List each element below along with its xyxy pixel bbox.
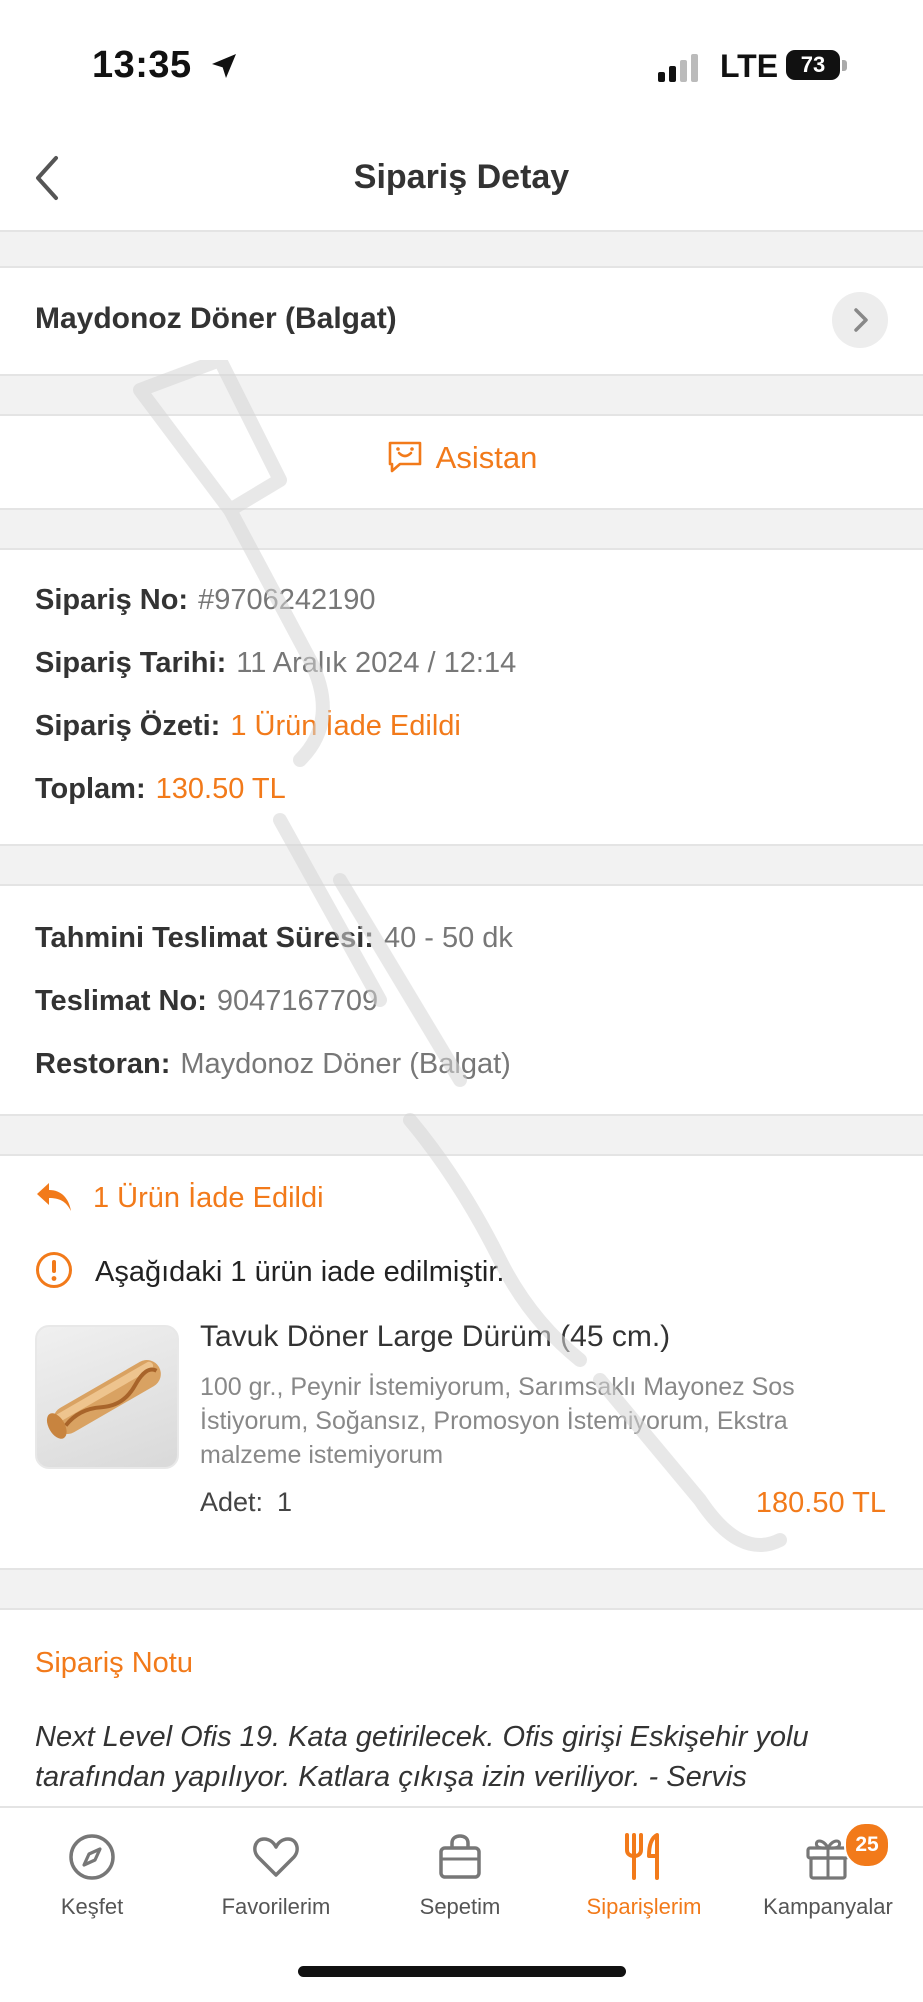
order-summary-line: Sipariş Özeti: 1 Ürün İade Edildi	[35, 710, 461, 742]
divider	[0, 230, 923, 268]
tab-sepetim[interactable]: Sepetim	[368, 1822, 552, 1920]
chevron-right-icon	[854, 308, 868, 332]
product-name: Tavuk Döner Large Dürüm (45 cm.)	[200, 1320, 671, 1353]
chat-smile-icon	[388, 441, 421, 473]
compass-icon	[69, 1834, 115, 1880]
divider	[0, 1114, 923, 1156]
network-label: LTE	[720, 48, 779, 84]
home-indicator	[298, 1966, 626, 1977]
status-time: 13:35	[92, 44, 192, 86]
tab-siparislerim[interactable]: Siparişlerim	[552, 1822, 736, 1920]
battery-icon: 73	[786, 50, 848, 82]
delivery-no: 9047167709	[216, 985, 379, 1017]
divider	[0, 844, 923, 886]
divider	[0, 508, 923, 550]
bag-icon	[439, 1834, 481, 1879]
tab-kampanyalar[interactable]: Kampanyalar 25	[736, 1822, 920, 1920]
location-arrow-icon	[212, 54, 236, 78]
battery-level: 73	[786, 50, 840, 80]
refund-notice: Aşağıdaki 1 ürün iade edilmiştir.	[35, 1251, 504, 1289]
divider	[0, 1568, 923, 1610]
assistant-button[interactable]: Asistan	[0, 440, 923, 476]
divider	[0, 374, 923, 416]
restaurant-name[interactable]: Maydonoz Döner (Balgat)	[35, 302, 397, 336]
order-total-line: Toplam: 130.50 TL	[35, 773, 286, 805]
order-note-text: Next Level Ofis 19. Kata getirilecek. Of…	[35, 1721, 809, 1793]
eta: 40 - 50 dk	[383, 922, 513, 954]
product-price: 180.50 TL	[755, 1487, 886, 1519]
refund-heading: 1 Ürün İade Edildi	[35, 1181, 324, 1215]
eta-line: Tahmini Teslimat Süresi: 40 - 50 dk	[35, 922, 513, 954]
delivery-no-line: Teslimat No: 9047167709	[35, 985, 379, 1017]
product-description: 100 gr., Peynir İstemiyorum, Sarımsaklı …	[200, 1373, 795, 1469]
order-total: 130.50 TL	[155, 773, 286, 805]
assistant-label: Asistan	[435, 440, 538, 475]
signal-icon	[658, 54, 698, 82]
order-no: #9706242190	[198, 584, 376, 616]
campaign-badge: 25	[844, 1822, 890, 1868]
product-image	[35, 1325, 179, 1469]
tab-kesfet[interactable]: Keşfet	[0, 1822, 184, 1920]
heart-icon	[253, 1837, 299, 1877]
info-icon	[36, 1252, 72, 1288]
page-title: Sipariş Detay	[353, 158, 570, 196]
restaurant-chevron-button[interactable]	[832, 292, 888, 348]
reply-arrow-icon	[37, 1183, 71, 1211]
restaurant-line: Restoran: Maydonoz Döner (Balgat)	[35, 1048, 511, 1080]
order-note-title: Sipariş Notu	[35, 1647, 193, 1679]
product-quantity: Adet: 1	[200, 1487, 293, 1517]
tab-favorilerim[interactable]: Favorilerim	[184, 1822, 368, 1920]
order-date: 11 Aralık 2024 / 12:14	[236, 647, 517, 679]
order-date-line: Sipariş Tarihi: 11 Aralık 2024 / 12:14	[35, 647, 517, 679]
order-no-line: Sipariş No: #9706242190	[35, 584, 376, 616]
order-summary: 1 Ürün İade Edildi	[230, 710, 461, 742]
restaurant-value: Maydonoz Döner (Balgat)	[180, 1048, 511, 1080]
fork-knife-icon	[625, 1833, 659, 1880]
